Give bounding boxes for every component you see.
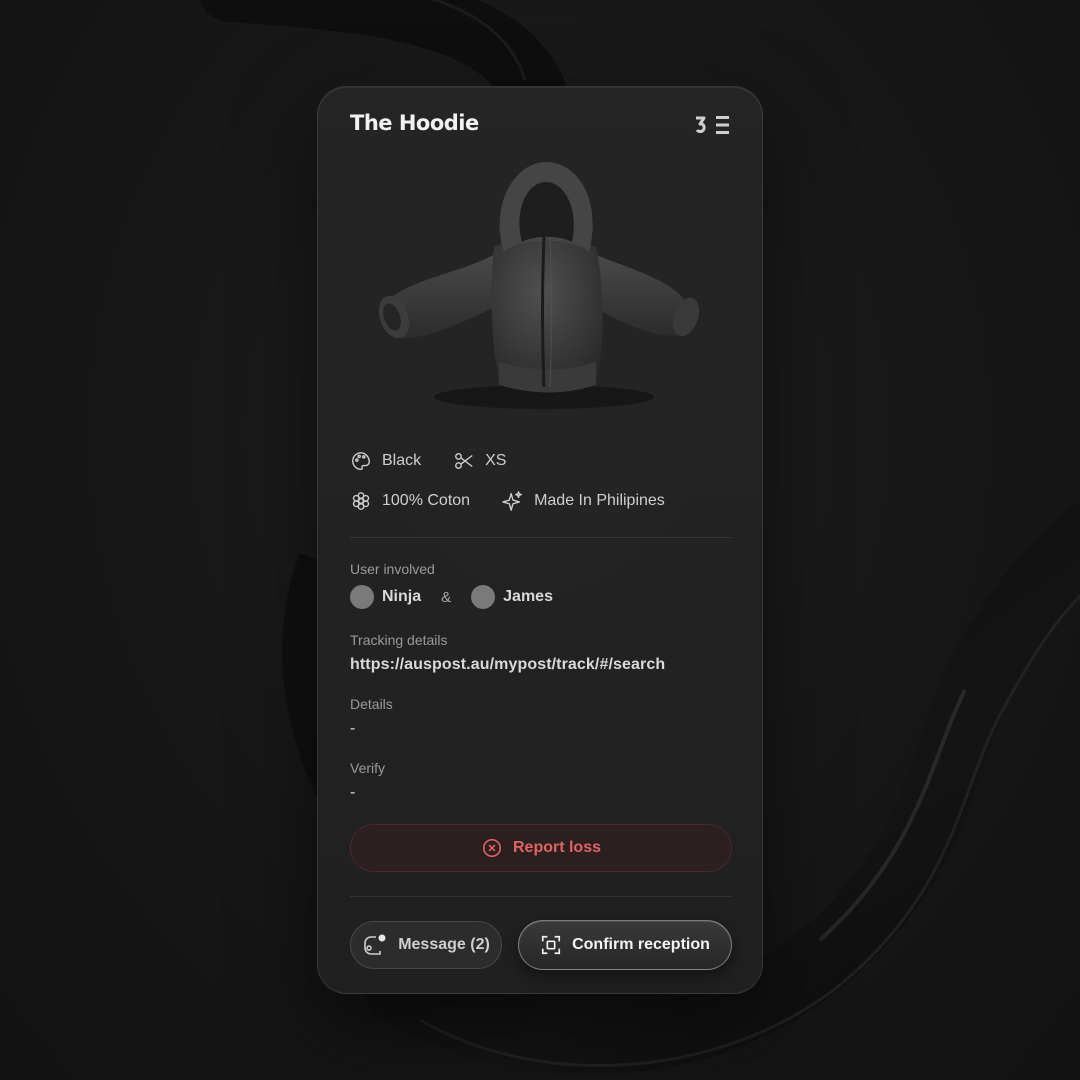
divider <box>350 537 732 538</box>
divider <box>350 896 732 897</box>
attr-origin: Made In Philipines <box>502 490 665 512</box>
background: The Hoodie Black XS 100% Coton Made In P… <box>0 0 1080 1080</box>
user-name[interactable]: Ninja <box>382 588 421 606</box>
attr-size: XS <box>453 450 506 472</box>
attr-color: Black <box>350 450 421 472</box>
size-label: XS <box>485 452 507 469</box>
verify-value: - <box>350 784 356 801</box>
tracking-section: Tracking details https://auspost.au/mypo… <box>350 632 665 674</box>
scissors-icon <box>455 452 473 470</box>
scan-icon <box>542 935 561 955</box>
confirm-reception-button[interactable]: Confirm reception <box>518 920 732 970</box>
palette-icon <box>352 452 370 470</box>
flower-icon <box>352 492 370 510</box>
details-label: Details <box>350 696 393 712</box>
details-section: Details - <box>350 696 393 738</box>
close-circle-icon <box>482 838 502 858</box>
brand-logo-icon[interactable] <box>694 115 730 135</box>
users-section: User involved Ninja & James <box>350 561 553 610</box>
confirm-label: Confirm reception <box>572 936 710 953</box>
color-label: Black <box>382 452 422 469</box>
hoodie-3d-icon <box>378 162 700 409</box>
material-label: 100% Coton <box>382 492 471 509</box>
chat-notification-icon <box>364 934 386 955</box>
message-label: Message (2) <box>398 936 490 953</box>
avatar[interactable] <box>471 585 496 609</box>
user-name[interactable]: James <box>503 588 553 606</box>
report-loss-label: Report loss <box>512 839 601 856</box>
users-label: User involved <box>350 561 435 577</box>
report-loss-button[interactable]: Report loss <box>350 824 732 872</box>
product-card: The Hoodie Black XS 100% Coton Made In P… <box>317 86 763 994</box>
verify-section: Verify - <box>350 760 385 802</box>
origin-label: Made In Philipines <box>534 492 665 509</box>
details-value: - <box>350 720 356 737</box>
attr-material: 100% Coton <box>350 490 470 512</box>
page-title: The Hoodie <box>350 111 479 135</box>
tracking-label: Tracking details <box>350 632 448 648</box>
message-button[interactable]: Message (2) <box>350 921 502 969</box>
users-separator: & <box>441 588 452 606</box>
sparkles-icon <box>502 491 522 511</box>
avatar[interactable] <box>350 585 374 609</box>
tracking-link[interactable]: https://auspost.au/mypost/track/#/search <box>350 656 665 674</box>
verify-label: Verify <box>350 760 386 776</box>
attributes: Black XS 100% Coton Made In Philipines <box>350 449 665 529</box>
